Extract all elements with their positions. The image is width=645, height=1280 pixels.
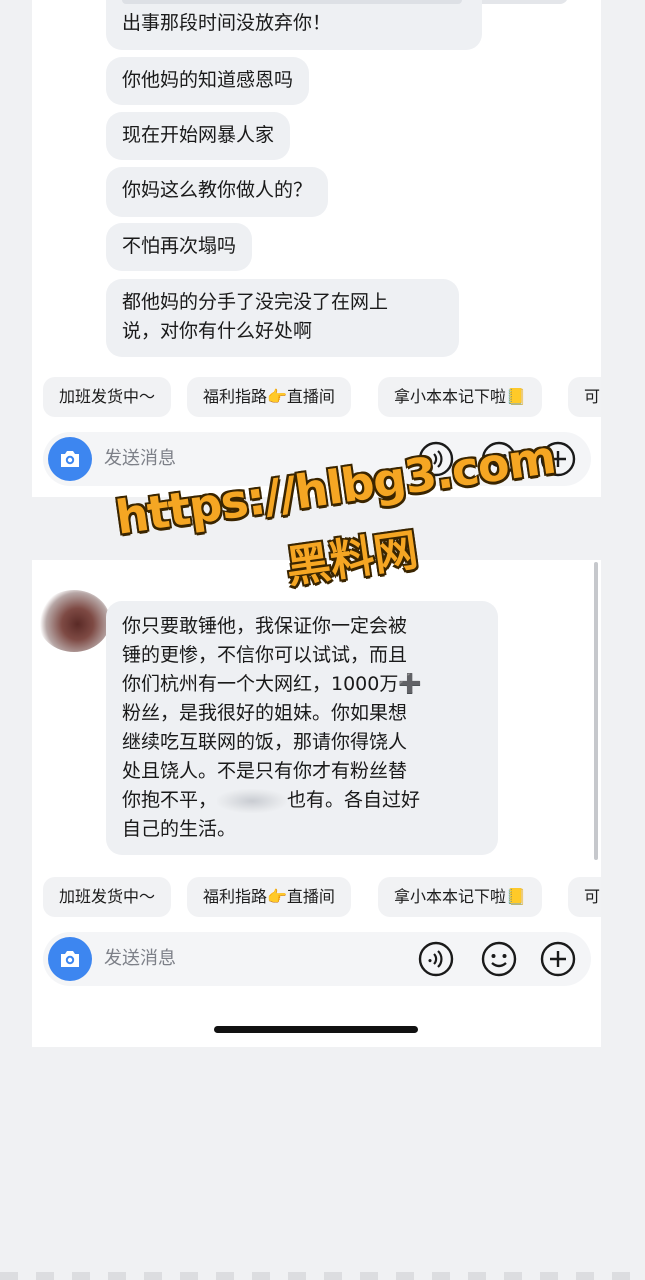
blurred-name: [217, 788, 288, 813]
camera-button[interactable]: [48, 937, 92, 981]
message-input[interactable]: 发送消息: [104, 432, 176, 486]
message-bubble: 你他妈的知道感恩吗: [106, 57, 310, 105]
quick-reply-chip[interactable]: 可: [568, 877, 601, 917]
voice-icon[interactable]: [417, 940, 455, 978]
bottom-edge-strip: [0, 1272, 645, 1280]
quick-reply-chip[interactable]: 福利指路👉直播间: [187, 877, 351, 917]
message-bubble: 你只要敢锤他，我保证你一定会被 锤的更惨，不信你可以试试，而且 你们杭州有一个大…: [106, 601, 498, 855]
emoji-icon[interactable]: [480, 940, 518, 978]
message-text: 出事那段时间没放弃你！: [122, 12, 332, 34]
message-bubble: 现在开始网暴人家: [106, 112, 291, 160]
quick-reply-chip[interactable]: 加班发货中～: [43, 877, 172, 917]
camera-icon: [61, 451, 79, 467]
message-bubble: 不怕再次塌吗: [106, 223, 253, 271]
quick-reply-chip[interactable]: 福利指路👉直播间: [187, 377, 351, 417]
obscured-text: [122, 0, 462, 4]
message-input-bar[interactable]: 发送消息: [43, 432, 591, 486]
quick-reply-chip[interactable]: 拿小本本记下啦📒: [378, 877, 542, 917]
quick-reply-chip[interactable]: 加班发货中～: [43, 377, 172, 417]
avatar[interactable]: [38, 590, 110, 652]
plus-icon[interactable]: [539, 940, 577, 978]
scrollbar[interactable]: [594, 562, 598, 860]
message-bubble: 你妈这么教你做人的？: [106, 167, 329, 217]
quick-reply-bar: 加班发货中～ 福利指路👉直播间 拿小本本记下啦📒 可: [43, 877, 601, 917]
home-indicator[interactable]: [214, 1026, 418, 1033]
message-bubble: 都他妈的分手了没完没了在网上 说，对你有什么好处啊: [106, 279, 459, 357]
message-input-bar[interactable]: 发送消息: [43, 932, 591, 986]
message-input[interactable]: 发送消息: [104, 932, 176, 986]
plus-icon[interactable]: [539, 440, 577, 478]
chat-panel-bottom: 你只要敢锤他，我保证你一定会被 锤的更惨，不信你可以试试，而且 你们杭州有一个大…: [32, 560, 601, 1047]
chat-panel-top: 出事那段时间没放弃你！ 你他妈的知道感恩吗 现在开始网暴人家 你妈这么教你做人的…: [32, 0, 601, 497]
quick-reply-bar: 加班发货中～ 福利指路👉直播间 拿小本本记下啦📒 可: [43, 377, 601, 417]
message-bubble-cut: 出事那段时间没放弃你！: [106, 0, 482, 50]
quick-reply-chip[interactable]: 拿小本本记下啦📒: [378, 377, 542, 417]
emoji-icon[interactable]: [480, 440, 518, 478]
quick-reply-chip[interactable]: 可: [568, 377, 601, 417]
camera-icon: [61, 951, 79, 967]
camera-button[interactable]: [48, 437, 92, 481]
cut-off-bubble: [472, 0, 568, 4]
message-text: 你只要敢锤他，我保证你一定会被 锤的更惨，不信你可以试试，而且 你们杭州有一个大…: [122, 615, 423, 811]
voice-icon[interactable]: [417, 440, 455, 478]
